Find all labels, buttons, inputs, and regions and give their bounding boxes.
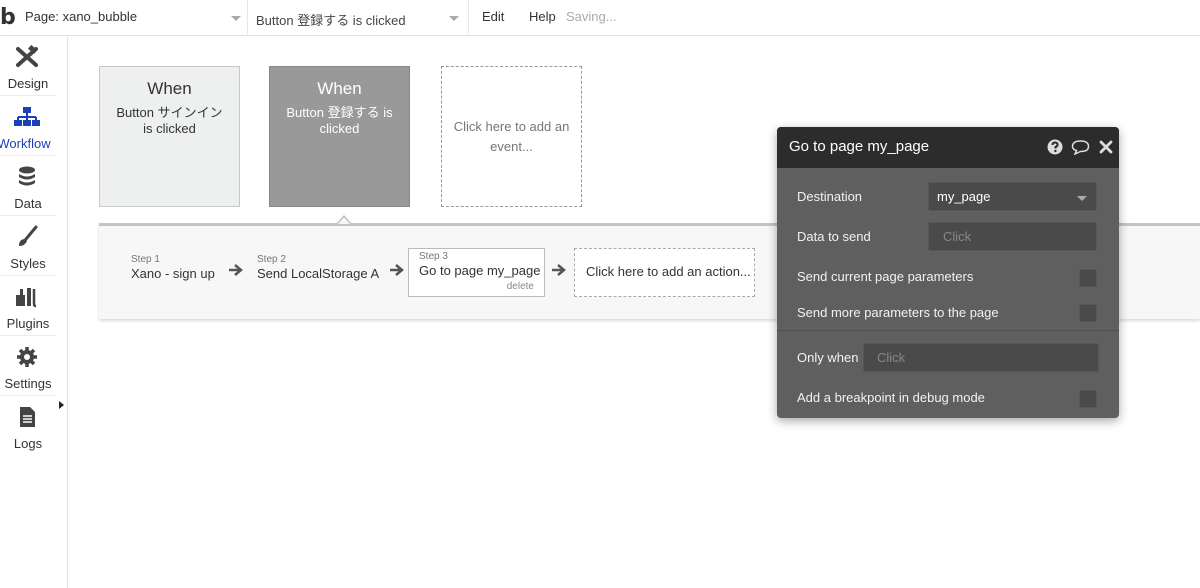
event-when-label: When xyxy=(147,79,192,98)
chevron-down-icon xyxy=(449,16,459,21)
destination-value: my_page xyxy=(937,189,991,204)
step-number: Step 2 xyxy=(257,254,286,265)
left-sidebar: Design Workflow Data Styles Plugins Sett… xyxy=(0,36,56,588)
save-status: Saving... xyxy=(566,9,617,24)
panel-header[interactable]: Go to page my_page xyxy=(777,127,1119,168)
breakpoint-checkbox[interactable] xyxy=(1079,390,1097,408)
sidebar-item-label: Logs xyxy=(13,436,43,451)
sidebar-item-label: Styles xyxy=(10,256,46,271)
step-number: Step 3 xyxy=(419,251,448,262)
arrow-right-icon xyxy=(552,264,566,276)
event-dropdown[interactable]: Button 登録する is clicked xyxy=(248,0,469,36)
data-to-send-field[interactable]: Click xyxy=(928,222,1097,251)
step-name: Send LocalStorage A xyxy=(257,266,380,281)
collapse-sidebar-icon[interactable] xyxy=(59,401,64,409)
action-property-panel: Go to page my_page Destination my_page D… xyxy=(777,127,1119,418)
plugins-icon xyxy=(16,288,37,308)
panel-title: Go to page my_page xyxy=(789,138,930,155)
action-step-selected[interactable]: Step 3 Go to page my_page delete xyxy=(408,248,545,297)
chevron-down-icon xyxy=(1077,196,1087,201)
step-name: Go to page my_page xyxy=(419,263,541,278)
workflow-icon xyxy=(14,107,40,126)
document-icon xyxy=(20,407,35,427)
sidebar-item-logs[interactable]: Logs xyxy=(0,396,56,456)
page-dropdown[interactable]: Page: xano_bubble xyxy=(18,0,248,36)
breakpoint-label: Add a breakpoint in debug mode xyxy=(797,390,985,405)
only-when-label: Only when xyxy=(797,350,859,365)
event-when-label: When xyxy=(317,79,362,98)
edit-menu[interactable]: Edit xyxy=(482,9,504,24)
add-event-label: Click here to add an event... xyxy=(453,119,570,154)
help-icon[interactable] xyxy=(1047,139,1063,155)
send-more-params-label: Send more parameters to the page xyxy=(797,305,999,320)
chevron-down-icon xyxy=(231,16,241,21)
sidebar-divider xyxy=(67,36,68,588)
step-number: Step 1 xyxy=(131,254,160,265)
only-when-field[interactable]: Click xyxy=(863,343,1099,372)
sidebar-item-label: Workflow xyxy=(0,136,51,151)
action-step[interactable]: Step 2 Send LocalStorage A xyxy=(257,254,379,281)
sidebar-item-label: Data xyxy=(14,196,42,211)
sidebar-item-data[interactable]: Data xyxy=(0,156,56,216)
database-icon xyxy=(19,166,35,186)
sidebar-item-label: Settings xyxy=(4,376,52,391)
design-icon xyxy=(16,45,38,67)
send-current-params-label: Send current page parameters xyxy=(797,269,974,284)
arrow-right-icon xyxy=(390,264,404,276)
event-description: Button 登録する is clicked xyxy=(286,105,393,136)
data-to-send-label: Data to send xyxy=(797,229,871,244)
step-name: Xano - sign up xyxy=(131,266,215,281)
action-step[interactable]: Step 1 Xano - sign up xyxy=(131,254,215,281)
close-icon[interactable] xyxy=(1098,139,1114,155)
comment-icon[interactable] xyxy=(1071,139,1090,155)
gear-icon xyxy=(17,347,37,367)
sidebar-item-styles[interactable]: Styles xyxy=(0,216,56,276)
event-dropdown-label: Button 登録する is clicked xyxy=(256,13,406,28)
event-description: Button サインイン is clicked xyxy=(116,105,223,136)
add-event-card[interactable]: Click here to add an event... xyxy=(441,66,582,207)
destination-dropdown[interactable]: my_page xyxy=(928,182,1097,211)
delete-step-link[interactable]: delete xyxy=(507,281,534,292)
event-card-selected[interactable]: When Button 登録する is clicked xyxy=(269,66,410,207)
sidebar-item-settings[interactable]: Settings xyxy=(0,336,56,396)
sidebar-item-label: Plugins xyxy=(6,316,50,331)
sidebar-item-label: Design xyxy=(7,76,49,91)
event-card[interactable]: When Button サインイン is clicked xyxy=(99,66,240,207)
page-dropdown-label: Page: xano_bubble xyxy=(25,9,138,24)
add-action-button[interactable]: Click here to add an action... xyxy=(574,248,755,297)
top-bar: b Page: xano_bubble Button 登録する is click… xyxy=(0,0,1200,36)
panel-divider xyxy=(777,330,1119,331)
sidebar-item-workflow[interactable]: Workflow xyxy=(0,96,56,156)
send-more-params-checkbox[interactable] xyxy=(1079,304,1097,322)
brush-icon xyxy=(19,225,38,246)
arrow-right-icon xyxy=(229,264,243,276)
event-pointer-inner xyxy=(338,217,350,224)
destination-label: Destination xyxy=(797,189,863,204)
send-current-params-checkbox[interactable] xyxy=(1079,269,1097,287)
sidebar-item-plugins[interactable]: Plugins xyxy=(0,276,56,336)
help-menu[interactable]: Help xyxy=(529,9,556,24)
bubble-logo[interactable]: b xyxy=(0,4,18,32)
sidebar-item-design[interactable]: Design xyxy=(0,36,56,96)
